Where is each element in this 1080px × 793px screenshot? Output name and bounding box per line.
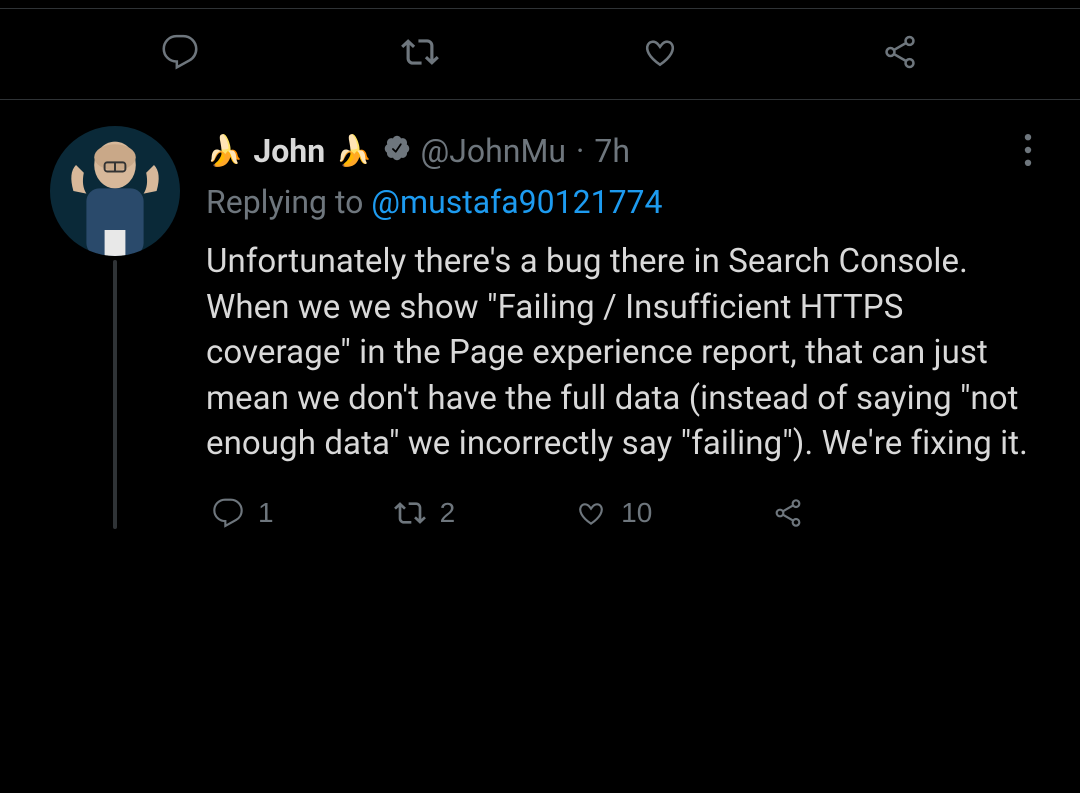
share-icon — [772, 497, 804, 529]
reply-count: 1 — [258, 497, 274, 529]
tweet-text: Unfortunately there's a bug there in Sea… — [206, 239, 1040, 467]
retweet-button[interactable]: 2 — [394, 497, 456, 529]
thread-line — [113, 260, 117, 529]
emoji-left: 🍌 — [206, 132, 243, 171]
timestamp[interactable]: 7h — [594, 131, 630, 173]
like-count: 10 — [621, 497, 652, 529]
replying-to: Replying to @mustafa90121774 — [206, 183, 1040, 221]
reply-button[interactable]: 1 — [212, 497, 274, 529]
reply-icon — [161, 33, 199, 71]
more-button[interactable] — [1016, 126, 1040, 177]
retweet-count: 2 — [440, 497, 456, 529]
tweet-body: 🍌 John 🍌 @JohnMu · 7h Replying to @musta… — [206, 126, 1050, 529]
share-button[interactable] — [772, 497, 804, 529]
reply-icon — [212, 497, 244, 529]
reply-button-top[interactable] — [161, 33, 199, 71]
handle[interactable]: @JohnMu — [421, 131, 567, 173]
avatar[interactable] — [50, 126, 180, 256]
replying-prefix: Replying to — [206, 183, 371, 221]
verified-icon — [383, 131, 411, 173]
share-icon — [881, 33, 919, 71]
share-button-top[interactable] — [881, 33, 919, 71]
retweet-icon — [401, 33, 439, 71]
tweet: 🍌 John 🍌 @JohnMu · 7h Replying to @musta… — [0, 100, 1080, 529]
more-icon — [1024, 134, 1032, 166]
avatar-column — [50, 126, 180, 529]
heart-icon — [575, 497, 607, 529]
display-name[interactable]: John — [253, 131, 325, 173]
tweet-action-bar: 1 2 10 — [206, 497, 1040, 529]
top-action-bar — [0, 9, 1080, 100]
tweet-header: 🍌 John 🍌 @JohnMu · 7h — [206, 126, 1040, 177]
retweet-button-top[interactable] — [401, 33, 439, 71]
replying-mention[interactable]: @mustafa90121774 — [371, 183, 662, 221]
emoji-right: 🍌 — [335, 132, 372, 171]
heart-icon — [641, 33, 679, 71]
retweet-icon — [394, 497, 426, 529]
separator-dot: · — [576, 131, 584, 173]
like-button[interactable]: 10 — [575, 497, 652, 529]
like-button-top[interactable] — [641, 33, 679, 71]
